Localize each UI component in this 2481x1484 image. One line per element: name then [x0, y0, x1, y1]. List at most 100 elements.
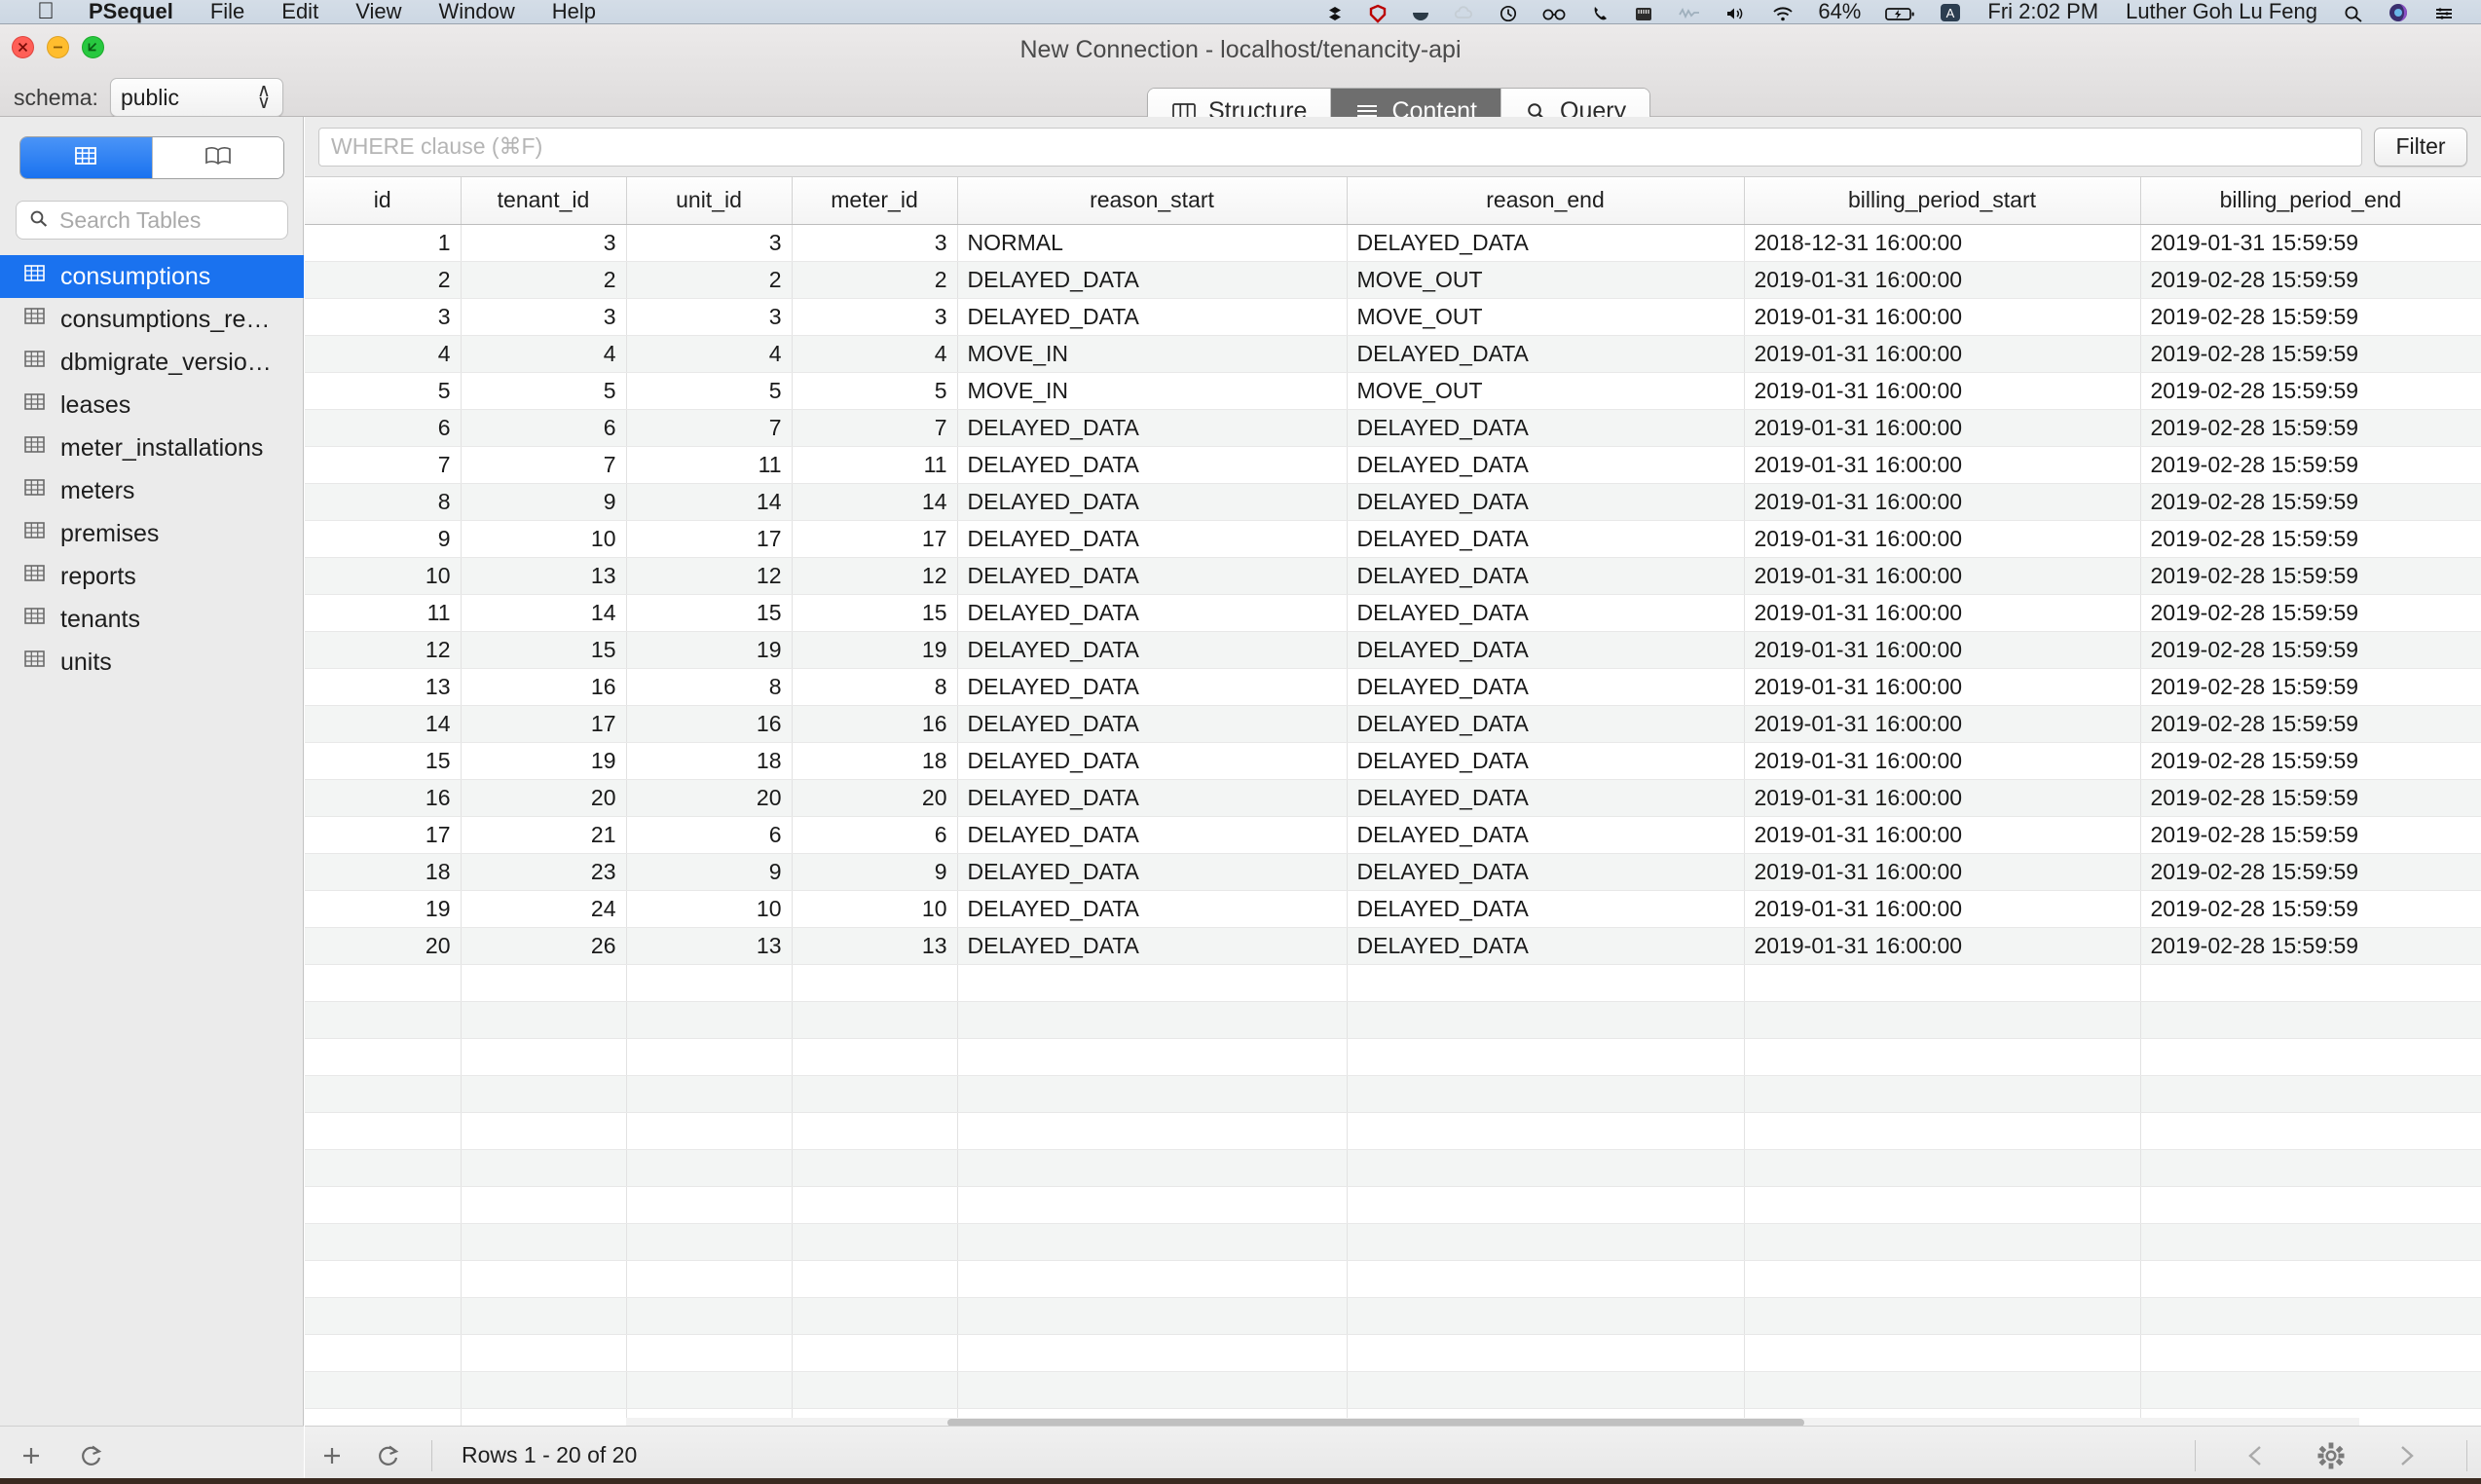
- cell-billing_period_start[interactable]: 2019-01-31 16:00:00: [1744, 409, 2141, 447]
- cell-billing_period_start[interactable]: 2019-01-31 16:00:00: [1744, 631, 2141, 669]
- cell-id[interactable]: 20: [305, 927, 462, 965]
- cell-tenant_id[interactable]: 14: [461, 594, 627, 632]
- cell-billing_period_start[interactable]: 2019-01-31 16:00:00: [1744, 927, 2141, 965]
- sidebar-item-units[interactable]: units: [0, 641, 304, 684]
- cell-tenant_id[interactable]: 10: [461, 520, 627, 558]
- cell-billing_period_end[interactable]: 2019-02-28 15:59:59: [2140, 705, 2481, 743]
- cell-billing_period_start[interactable]: 2019-01-31 16:00:00: [1744, 261, 2141, 299]
- cell-reason_end[interactable]: DELAYED_DATA: [1347, 483, 1745, 521]
- table-row[interactable]: 17 21 6 6 DELAYED_DATA DELAYED_DATA 2019-01-31…: [305, 816, 2481, 854]
- cell-id[interactable]: 10: [305, 557, 462, 595]
- sidebar-item-dbmigrate_versio[interactable]: dbmigrate_versio…: [0, 341, 304, 384]
- cell-id[interactable]: 12: [305, 631, 462, 669]
- where-clause-input[interactable]: WHERE clause (⌘F): [318, 127, 2362, 167]
- battery-icon[interactable]: [1872, 0, 1927, 23]
- cell-billing_period_end[interactable]: 2019-02-28 15:59:59: [2140, 742, 2481, 780]
- table-row[interactable]: 1 3 3 3 NORMAL DELAYED_DATA 2018-12-31 16:00:0…: [305, 224, 2481, 262]
- cell-billing_period_start[interactable]: 2019-01-31 16:00:00: [1744, 557, 2141, 595]
- cell-id[interactable]: 6: [305, 409, 462, 447]
- cell-id[interactable]: 13: [305, 668, 462, 706]
- cell-meter_id[interactable]: 3: [792, 298, 958, 336]
- cell-reason_end[interactable]: DELAYED_DATA: [1347, 890, 1745, 928]
- cell-reason_end[interactable]: MOVE_OUT: [1347, 372, 1745, 410]
- filter-button[interactable]: Filter: [2374, 127, 2467, 167]
- cell-unit_id[interactable]: 3: [626, 224, 793, 262]
- cell-unit_id[interactable]: 20: [626, 779, 793, 817]
- cell-tenant_id[interactable]: 24: [461, 890, 627, 928]
- cell-reason_end[interactable]: DELAYED_DATA: [1347, 927, 1745, 965]
- cell-tenant_id[interactable]: 21: [461, 816, 627, 854]
- column-header-reason_start[interactable]: reason_start: [957, 177, 1348, 225]
- sidebar-item-meter_installations[interactable]: meter_installations: [0, 427, 304, 469]
- cell-unit_id[interactable]: 3: [626, 298, 793, 336]
- cell-meter_id[interactable]: 11: [792, 446, 958, 484]
- menu-app-name[interactable]: PSequel: [70, 0, 192, 23]
- cell-reason_start[interactable]: DELAYED_DATA: [957, 594, 1348, 632]
- sidebar-item-meters[interactable]: meters: [0, 469, 304, 512]
- cell-reason_end[interactable]: MOVE_OUT: [1347, 298, 1745, 336]
- cell-reason_end[interactable]: DELAYED_DATA: [1347, 816, 1745, 854]
- cell-tenant_id[interactable]: 3: [461, 224, 627, 262]
- cell-reason_start[interactable]: MOVE_IN: [957, 372, 1348, 410]
- cell-id[interactable]: 2: [305, 261, 462, 299]
- table-row[interactable]: 8 9 14 14 DELAYED_DATA DELAYED_DATA 2019-01-31…: [305, 483, 2481, 521]
- cell-meter_id[interactable]: 2: [792, 261, 958, 299]
- cell-id[interactable]: 15: [305, 742, 462, 780]
- cell-tenant_id[interactable]: 6: [461, 409, 627, 447]
- cell-billing_period_end[interactable]: 2019-02-28 15:59:59: [2140, 261, 2481, 299]
- cell-unit_id[interactable]: 16: [626, 705, 793, 743]
- cell-billing_period_start[interactable]: 2019-01-31 16:00:00: [1744, 335, 2141, 373]
- cell-meter_id[interactable]: 12: [792, 557, 958, 595]
- column-header-billing_period_start[interactable]: billing_period_start: [1744, 177, 2141, 225]
- cell-billing_period_end[interactable]: 2019-02-28 15:59:59: [2140, 594, 2481, 632]
- cloud-icon[interactable]: [1442, 0, 1487, 23]
- table-row[interactable]: 7 7 11 11 DELAYED_DATA DELAYED_DATA 2019-01-31…: [305, 446, 2481, 484]
- cell-id[interactable]: 9: [305, 520, 462, 558]
- cell-reason_start[interactable]: DELAYED_DATA: [957, 631, 1348, 669]
- cell-unit_id[interactable]: 14: [626, 483, 793, 521]
- cell-unit_id[interactable]: 12: [626, 557, 793, 595]
- cell-tenant_id[interactable]: 16: [461, 668, 627, 706]
- cell-reason_end[interactable]: DELAYED_DATA: [1347, 853, 1745, 891]
- cell-billing_period_start[interactable]: 2019-01-31 16:00:00: [1744, 520, 2141, 558]
- cell-reason_start[interactable]: DELAYED_DATA: [957, 520, 1348, 558]
- cell-unit_id[interactable]: 6: [626, 816, 793, 854]
- clock-icon[interactable]: [1487, 0, 1530, 23]
- cell-billing_period_end[interactable]: 2019-02-28 15:59:59: [2140, 668, 2481, 706]
- cell-tenant_id[interactable]: 15: [461, 631, 627, 669]
- cell-meter_id[interactable]: 13: [792, 927, 958, 965]
- search-icon[interactable]: [2331, 0, 2376, 23]
- cell-billing_period_end[interactable]: 2019-02-28 15:59:59: [2140, 409, 2481, 447]
- cell-reason_end[interactable]: DELAYED_DATA: [1347, 409, 1745, 447]
- cell-billing_period_start[interactable]: 2019-01-31 16:00:00: [1744, 705, 2141, 743]
- cell-id[interactable]: 19: [305, 890, 462, 928]
- cell-reason_end[interactable]: DELAYED_DATA: [1347, 631, 1745, 669]
- cell-unit_id[interactable]: 19: [626, 631, 793, 669]
- cell-billing_period_end[interactable]: 2019-02-28 15:59:59: [2140, 520, 2481, 558]
- cell-meter_id[interactable]: 16: [792, 705, 958, 743]
- sidebar-item-tenants[interactable]: tenants: [0, 598, 304, 641]
- cell-reason_start[interactable]: DELAYED_DATA: [957, 483, 1348, 521]
- control-center-icon[interactable]: [2421, 0, 2467, 23]
- table-row[interactable]: 15 19 18 18 DELAYED_DATA DELAYED_DATA 2019-01-…: [305, 742, 2481, 780]
- cell-billing_period_start[interactable]: 2019-01-31 16:00:00: [1744, 853, 2141, 891]
- cell-id[interactable]: 1: [305, 224, 462, 262]
- sidebar-item-consumptions_re[interactable]: consumptions_re…: [0, 298, 304, 341]
- cell-tenant_id[interactable]: 19: [461, 742, 627, 780]
- cell-id[interactable]: 18: [305, 853, 462, 891]
- cell-billing_period_start[interactable]: 2018-12-31 16:00:00: [1744, 224, 2141, 262]
- moon-icon[interactable]: [1399, 0, 1442, 23]
- cell-id[interactable]: 3: [305, 298, 462, 336]
- cell-billing_period_end[interactable]: 2019-02-28 15:59:59: [2140, 483, 2481, 521]
- cell-reason_start[interactable]: DELAYED_DATA: [957, 298, 1348, 336]
- cell-unit_id[interactable]: 5: [626, 372, 793, 410]
- cell-meter_id[interactable]: 18: [792, 742, 958, 780]
- menu-edit[interactable]: Edit: [263, 0, 337, 23]
- keyboard-icon[interactable]: [1621, 0, 1666, 23]
- cell-meter_id[interactable]: 15: [792, 594, 958, 632]
- column-header-meter_id[interactable]: meter_id: [792, 177, 958, 225]
- cell-billing_period_end[interactable]: 2019-02-28 15:59:59: [2140, 372, 2481, 410]
- schema-select[interactable]: public ∧ ∨: [109, 78, 283, 117]
- cell-tenant_id[interactable]: 5: [461, 372, 627, 410]
- cell-billing_period_start[interactable]: 2019-01-31 16:00:00: [1744, 372, 2141, 410]
